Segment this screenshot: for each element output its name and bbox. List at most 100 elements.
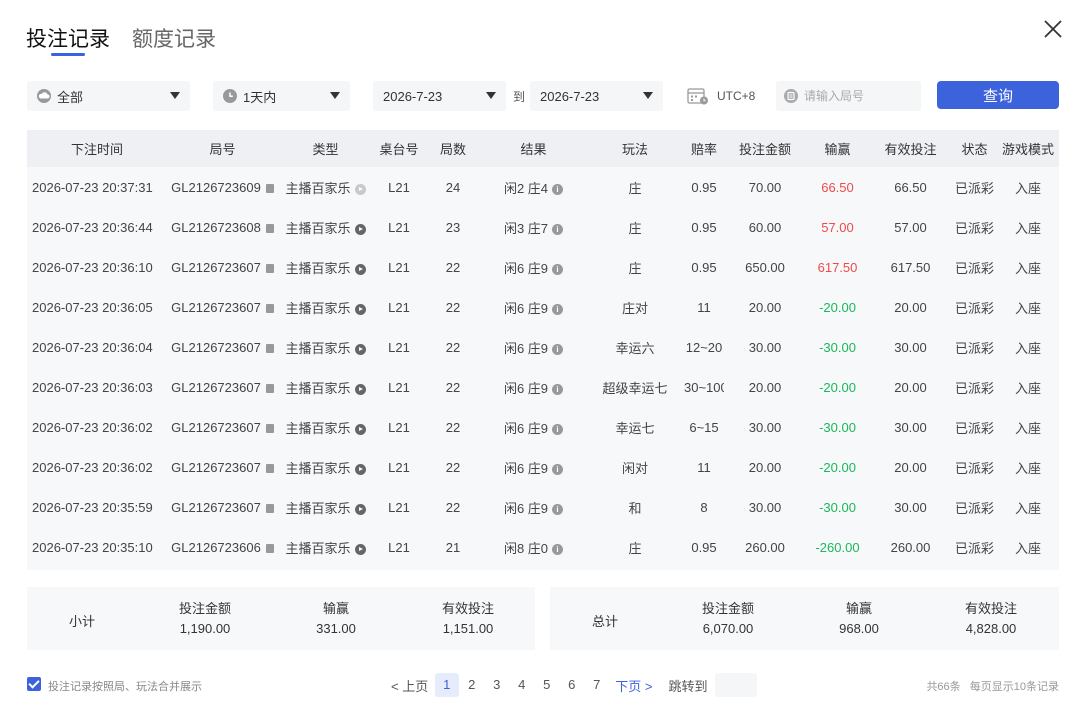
win-loss: -20.00 [819, 299, 856, 315]
page-7-button[interactable]: 7 [585, 673, 609, 697]
bet-amount: 20.00 [748, 299, 782, 315]
page-4-button[interactable]: 4 [510, 673, 534, 697]
prev-page-button[interactable]: < 上页 [391, 676, 428, 695]
round-search-input[interactable] [804, 89, 914, 103]
play-replay-icon[interactable] [354, 423, 366, 435]
info-icon[interactable]: i [552, 223, 564, 235]
copy-icon[interactable] [265, 423, 274, 433]
merge-checkbox-label[interactable]: 投注记录按照局、玩法合并展示 [48, 678, 202, 694]
total-valid: 有效投注 4,828.00 [941, 601, 1041, 637]
next-page-button[interactable]: 下页 > [615, 676, 652, 695]
info-icon[interactable]: i [552, 423, 564, 435]
timezone-selector[interactable]: UTC+8 [687, 81, 755, 111]
result-value: 闲6 庄9 [503, 340, 549, 356]
query-button[interactable]: 查询 [937, 81, 1059, 109]
copy-icon[interactable] [265, 263, 274, 273]
round-id: GL2126723606 [171, 539, 261, 555]
page-5-button[interactable]: 5 [535, 673, 559, 697]
bet-type: 庄 [628, 180, 642, 196]
tab-credit-records[interactable]: 额度记录 [132, 26, 216, 54]
round-cell: GL2126723609 [167, 167, 278, 207]
info-icon[interactable]: i [552, 503, 564, 515]
play-replay-icon[interactable] [354, 263, 366, 275]
play-replay-icon[interactable] [354, 183, 366, 195]
info-icon[interactable]: i [552, 543, 564, 555]
page-2-button[interactable]: 2 [460, 673, 484, 697]
bet-time: 2026-07-23 20:36:03 [32, 379, 153, 395]
round-id: GL2126723607 [171, 299, 261, 315]
date-from-select[interactable]: 2026-7-23 [373, 81, 506, 111]
category-select[interactable]: 全部 [27, 81, 190, 111]
bet-type: 庄 [628, 540, 642, 556]
info-icon[interactable]: i [552, 463, 564, 475]
win-loss: 66.50 [821, 179, 854, 195]
game-type: 主播百家乐 [285, 260, 351, 276]
play-replay-icon[interactable] [354, 223, 366, 235]
play-replay-icon[interactable] [354, 463, 366, 475]
info-icon[interactable]: i [552, 343, 564, 355]
total-winloss: 输赢 968.00 [809, 601, 909, 637]
play-replay-icon[interactable] [354, 383, 366, 395]
odds: 0.95 [691, 219, 717, 235]
jump-to-label: 跳转到 [668, 678, 708, 694]
total-count: 共66条 [926, 681, 961, 693]
per-page-info: 每页显示10条记录 [969, 681, 1059, 693]
win-loss: -30.00 [819, 499, 856, 515]
play-replay-icon[interactable] [354, 543, 366, 555]
odds: 11 [697, 459, 711, 475]
play-replay-icon[interactable] [354, 503, 366, 515]
round-cell: GL2126723607 [167, 487, 278, 527]
table-number: L21 [388, 339, 410, 355]
subtotal-amount-label: 投注金额 [178, 601, 231, 616]
bet-time: 2026-07-23 20:36:02 [32, 459, 153, 475]
range-select[interactable]: 1天内 [213, 81, 350, 111]
table-row: 2026-07-23 20:36:05 GL2126723607 主播百家乐 L21 2… [27, 287, 1059, 327]
info-icon[interactable]: i [552, 303, 564, 315]
page-6-button[interactable]: 6 [560, 673, 584, 697]
subtotal-winloss: 输赢 331.00 [286, 601, 386, 637]
info-icon[interactable]: i [552, 383, 564, 395]
subtotal-amount-value: 1,190.00 [179, 621, 231, 636]
column-header-valid: 有效投注 [884, 142, 937, 157]
copy-icon[interactable] [265, 183, 274, 193]
table-body: 2026-07-23 20:37:31 GL2126723609 主播百家乐 L21 2… [27, 167, 1059, 567]
play-replay-icon[interactable] [354, 343, 366, 355]
info-icon[interactable]: i [552, 183, 564, 195]
copy-icon[interactable] [265, 383, 274, 393]
win-loss: 617.50 [817, 259, 858, 275]
copy-icon[interactable] [265, 223, 274, 233]
copy-icon[interactable] [265, 463, 274, 473]
type-cell: 主播百家乐 [278, 447, 373, 487]
merge-checkbox[interactable] [27, 677, 41, 691]
round-id: GL2126723607 [171, 499, 261, 515]
close-icon[interactable] [1042, 18, 1064, 40]
subtotal-winloss-label: 输赢 [322, 601, 349, 616]
copy-icon[interactable] [265, 543, 274, 553]
bet-time: 2026-07-23 20:36:02 [32, 419, 153, 435]
odds: 8 [700, 499, 708, 515]
copy-icon[interactable] [265, 343, 274, 353]
footer-bar: 投注记录按照局、玩法合并展示 < 上页 1234567 下页 > 跳转到 共66… [27, 672, 1059, 698]
range-value: 1天内 [243, 89, 277, 105]
copy-icon[interactable] [265, 303, 274, 313]
info-icon[interactable]: i [552, 263, 564, 275]
game-type: 主播百家乐 [285, 220, 351, 236]
game-type: 主播百家乐 [285, 380, 351, 396]
table-row: 2026-07-23 20:36:04 GL2126723607 主播百家乐 L21 2… [27, 327, 1059, 367]
round-search [776, 81, 921, 111]
bet-type: 超级幸运七 [602, 380, 668, 396]
game-type: 主播百家乐 [285, 460, 351, 476]
page-1-button[interactable]: 1 [434, 673, 459, 697]
page-3-button[interactable]: 3 [485, 673, 509, 697]
type-cell: 主播百家乐 [278, 327, 373, 367]
play-replay-icon[interactable] [354, 303, 366, 315]
result-cell: 闲6 庄9 i [481, 487, 586, 527]
tab-bet-records[interactable]: 投注记录 [26, 26, 110, 54]
jump-to-page-input[interactable] [715, 673, 758, 697]
game-number: 22 [445, 499, 461, 515]
date-to-select[interactable]: 2026-7-23 [530, 81, 663, 111]
round-cell: GL2126723607 [167, 247, 278, 287]
bet-time: 2026-07-23 20:37:31 [32, 179, 153, 195]
column-header-mode: 游戏模式 [1001, 142, 1054, 157]
copy-icon[interactable] [265, 503, 274, 513]
